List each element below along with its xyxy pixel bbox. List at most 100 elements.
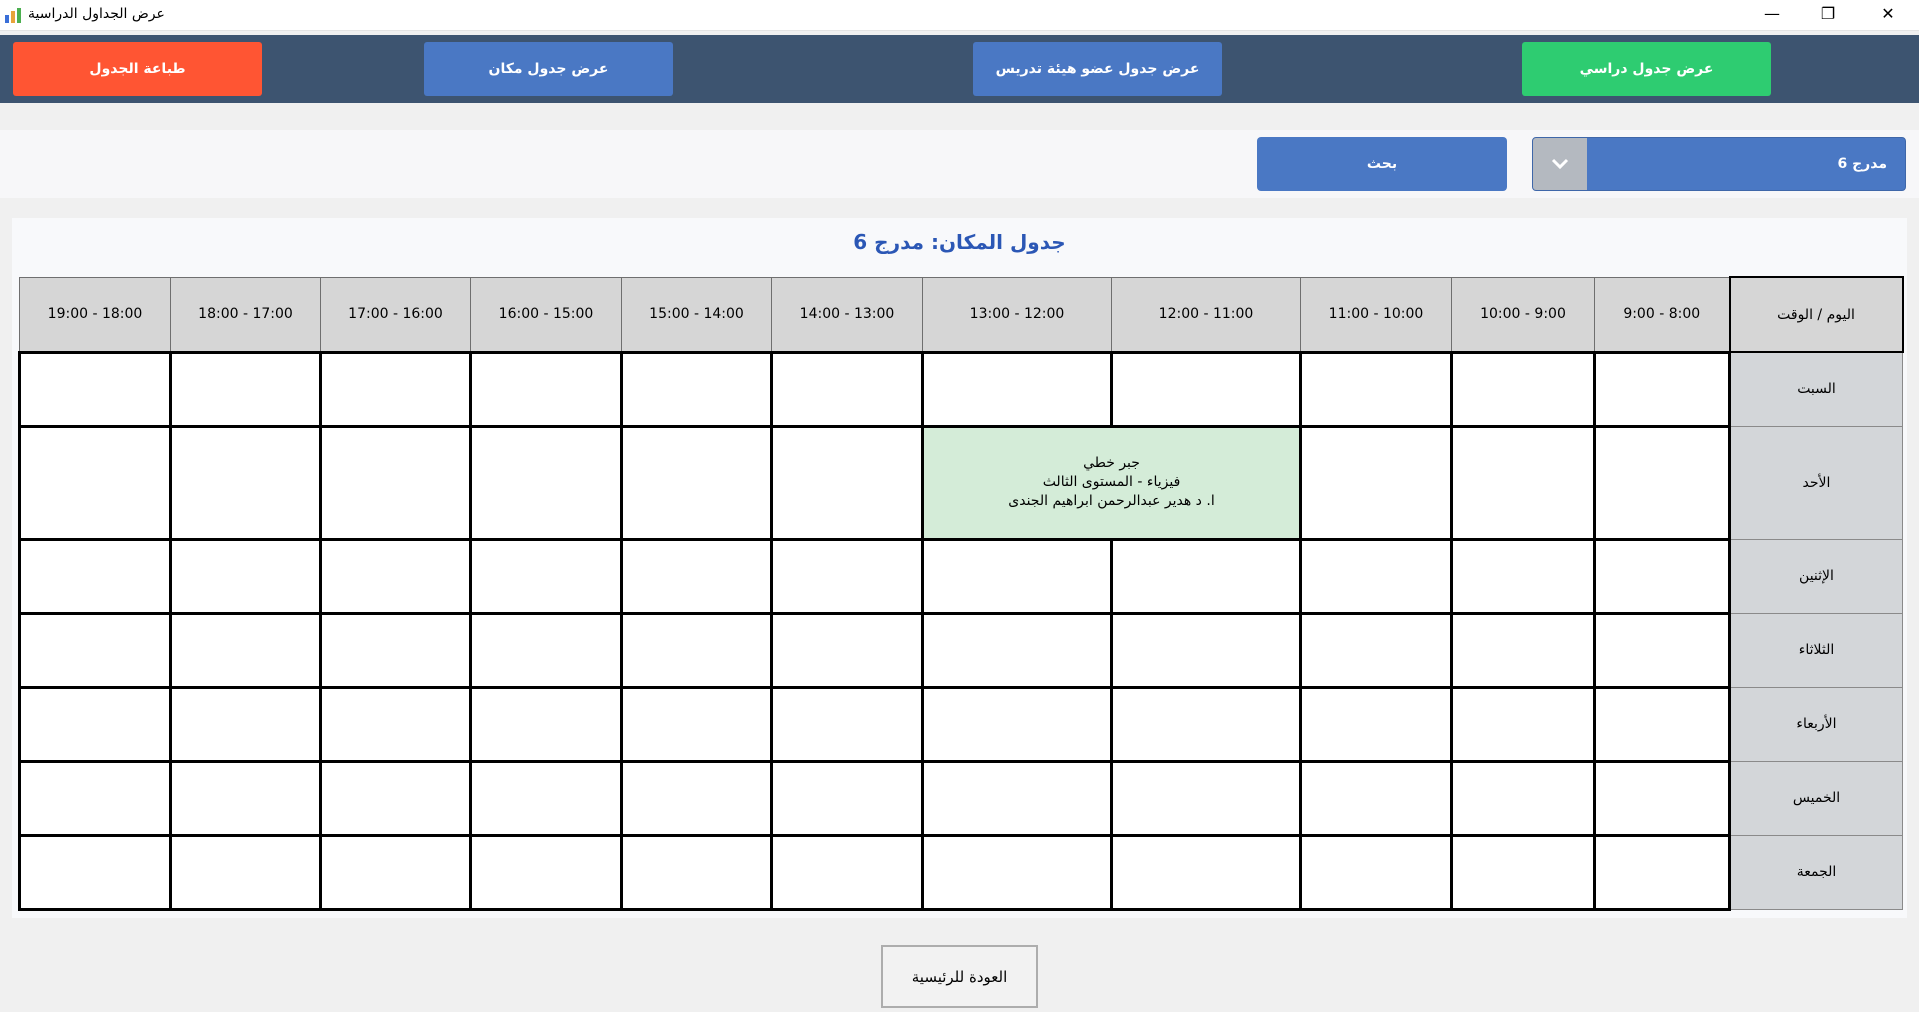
schedule-cell[interactable]	[169, 611, 322, 689]
day-label: الخميس	[1729, 760, 1903, 836]
schedule-cell[interactable]	[770, 833, 924, 911]
schedule-cell[interactable]	[469, 833, 623, 911]
schedule-cell[interactable]	[469, 611, 623, 689]
day-time-corner-header: اليوم / الوقت	[1728, 276, 1904, 353]
schedule-cell[interactable]	[1110, 350, 1302, 428]
time-slot-header: 15:00 - 16:00	[470, 276, 622, 353]
back-to-home-button[interactable]: العودة للرئيسية	[881, 945, 1038, 1008]
schedule-cell[interactable]	[469, 537, 623, 615]
schedule-cell[interactable]	[1110, 759, 1302, 837]
schedule-cell[interactable]	[1450, 685, 1596, 763]
schedule-cell[interactable]	[1450, 759, 1596, 837]
schedule-cell[interactable]	[1593, 350, 1731, 428]
day-label: الأربعاء	[1729, 686, 1903, 762]
day-label: الأحد	[1729, 425, 1903, 540]
schedule-cell[interactable]	[921, 685, 1113, 763]
search-button[interactable]: بحث	[1257, 137, 1507, 191]
schedule-cell[interactable]	[1593, 833, 1731, 911]
schedule-cell[interactable]	[620, 537, 773, 615]
schedule-cell[interactable]	[18, 350, 172, 428]
schedule-cell[interactable]	[1299, 833, 1453, 911]
schedule-cell[interactable]	[169, 424, 322, 541]
schedule-table: 18:00 - 19:00 17:00 - 18:00 16:00 - 17:00 1…	[18, 276, 1904, 911]
schedule-cell[interactable]	[1299, 759, 1453, 837]
schedule-cell[interactable]	[1450, 424, 1596, 541]
schedule-cell[interactable]	[921, 759, 1113, 837]
schedule-cell[interactable]	[921, 833, 1113, 911]
schedule-cell[interactable]	[921, 537, 1113, 615]
schedule-cell[interactable]	[620, 759, 773, 837]
schedule-title: جدول المكان: مدرج 6	[853, 230, 1066, 254]
schedule-cell[interactable]	[770, 350, 924, 428]
schedule-cell[interactable]	[1593, 424, 1731, 541]
schedule-cell[interactable]	[921, 350, 1113, 428]
schedule-cell[interactable]	[469, 350, 623, 428]
schedule-cell[interactable]	[1299, 350, 1453, 428]
schedule-cell[interactable]	[319, 685, 472, 763]
schedule-cell[interactable]	[921, 611, 1113, 689]
schedule-cell[interactable]	[620, 833, 773, 911]
schedule-cell[interactable]	[620, 350, 773, 428]
schedule-cell[interactable]	[469, 685, 623, 763]
time-slot-header: 13:00 - 14:00	[771, 276, 923, 353]
schedule-cell[interactable]	[1110, 685, 1302, 763]
schedule-cell[interactable]	[770, 611, 924, 689]
schedule-cell[interactable]	[770, 685, 924, 763]
print-schedule-button[interactable]: طباعة الجدول	[13, 42, 262, 96]
time-slot-header: 12:00 - 13:00	[922, 276, 1112, 353]
schedule-cell[interactable]	[1450, 611, 1596, 689]
schedule-cell[interactable]	[18, 424, 172, 541]
schedule-cell[interactable]	[1593, 685, 1731, 763]
restore-icon[interactable]: ❐	[1800, 0, 1856, 30]
search-bar: بحث مدرج 6	[0, 130, 1919, 198]
schedule-cell[interactable]	[1593, 537, 1731, 615]
schedule-cell[interactable]	[1110, 833, 1302, 911]
schedule-cell[interactable]	[770, 759, 924, 837]
schedule-cell[interactable]	[1299, 685, 1453, 763]
close-icon[interactable]: ✕	[1860, 0, 1916, 30]
schedule-cell[interactable]	[469, 759, 623, 837]
schedule-cell[interactable]	[1299, 424, 1453, 541]
schedule-cell[interactable]	[18, 833, 172, 911]
schedule-cell[interactable]	[169, 833, 322, 911]
schedule-cell[interactable]	[18, 685, 172, 763]
chevron-down-icon[interactable]	[1533, 138, 1587, 190]
schedule-cell[interactable]	[169, 685, 322, 763]
schedule-cell[interactable]	[319, 759, 472, 837]
time-slot-header: 11:00 - 12:00	[1111, 276, 1301, 353]
schedule-cell[interactable]	[169, 537, 322, 615]
lesson-cell[interactable]: جبر خطي فيزياء - المستوى الثالث ا. د هدير …	[921, 424, 1302, 541]
schedule-cell[interactable]	[169, 350, 322, 428]
schedule-cell[interactable]	[770, 537, 924, 615]
schedule-cell[interactable]	[18, 611, 172, 689]
schedule-cell[interactable]	[469, 424, 623, 541]
schedule-cell[interactable]	[770, 424, 924, 541]
time-slot-header: 9:00 - 10:00	[1451, 276, 1595, 353]
schedule-cell[interactable]	[1593, 759, 1731, 837]
schedule-cell[interactable]	[1299, 537, 1453, 615]
time-slot-header: 10:00 - 11:00	[1300, 276, 1452, 353]
staff-schedule-button[interactable]: عرض جدول عضو هيئة تدريس	[973, 42, 1222, 96]
schedule-cell[interactable]	[169, 759, 322, 837]
schedule-cell[interactable]	[18, 759, 172, 837]
schedule-cell[interactable]	[319, 833, 472, 911]
schedule-cell[interactable]	[1110, 611, 1302, 689]
schedule-cell[interactable]	[319, 537, 472, 615]
minimize-icon[interactable]: —	[1744, 0, 1800, 30]
schedule-cell[interactable]	[1299, 611, 1453, 689]
schedule-cell[interactable]	[1450, 537, 1596, 615]
schedule-cell[interactable]	[620, 424, 773, 541]
schedule-cell[interactable]	[620, 611, 773, 689]
schedule-cell[interactable]	[1110, 537, 1302, 615]
schedule-cell[interactable]	[1593, 611, 1731, 689]
schedule-cell[interactable]	[319, 424, 472, 541]
place-schedule-button[interactable]: عرض جدول مكان	[424, 42, 673, 96]
schedule-cell[interactable]	[319, 611, 472, 689]
schedule-cell[interactable]	[1450, 350, 1596, 428]
schedule-cell[interactable]	[319, 350, 472, 428]
schedule-cell[interactable]	[1450, 833, 1596, 911]
place-select[interactable]: مدرج 6	[1532, 137, 1906, 191]
schedule-cell[interactable]	[620, 685, 773, 763]
schedule-cell[interactable]	[18, 537, 172, 615]
study-schedule-button[interactable]: عرض جدول دراسي	[1522, 42, 1771, 96]
